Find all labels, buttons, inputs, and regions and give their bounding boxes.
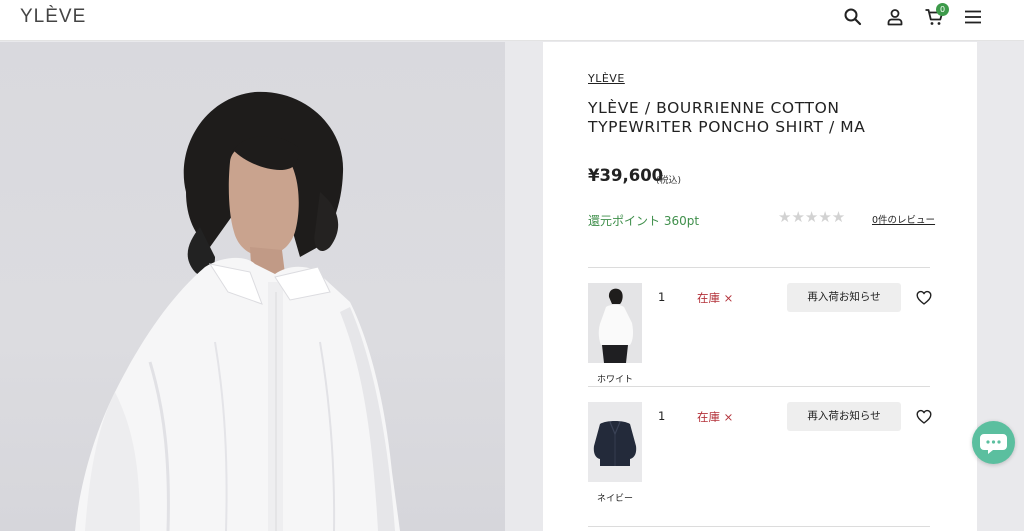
favorite-heart-icon[interactable] xyxy=(916,290,932,306)
search-icon[interactable] xyxy=(843,7,863,27)
divider xyxy=(588,526,930,527)
reviews-link[interactable]: 0件のレビュー xyxy=(872,212,935,226)
cart-count-badge: 0 xyxy=(936,3,949,16)
restock-notify-button[interactable]: 再入荷お知らせ xyxy=(787,283,901,312)
chat-bubble-icon xyxy=(980,434,1007,454)
variant-color-label: ホワイト xyxy=(596,375,633,385)
reward-points: 還元ポイント 360pt xyxy=(588,214,700,228)
product-main-image[interactable] xyxy=(0,42,505,531)
stock-status: 在庫 × xyxy=(697,410,734,424)
divider xyxy=(588,267,930,268)
restock-notify-button[interactable]: 再入荷お知らせ xyxy=(787,402,901,431)
site-header: YLÈVE 0 xyxy=(0,0,1024,41)
product-price: ¥39,600 xyxy=(588,166,664,185)
variant-quantity: 1 xyxy=(658,409,666,423)
product-title: YLÈVE / BOURRIENNE COTTON TYPEWRITER PON… xyxy=(588,99,866,136)
variant-thumbnail-navy[interactable] xyxy=(588,402,642,482)
menu-icon[interactable] xyxy=(963,7,983,27)
variant-color-label: ネイビー xyxy=(596,494,633,504)
stock-status: 在庫 × xyxy=(697,291,734,305)
site-logo[interactable]: YLÈVE xyxy=(20,6,86,28)
account-icon[interactable] xyxy=(885,7,905,27)
chat-button[interactable] xyxy=(972,421,1015,464)
variant-thumbnail-white[interactable] xyxy=(588,283,642,363)
favorite-heart-icon[interactable] xyxy=(916,409,932,425)
divider xyxy=(588,386,930,387)
brand-link[interactable]: YLÈVE xyxy=(588,72,625,85)
rating-stars: ★★★★★ xyxy=(778,208,846,226)
tax-note: (税込) xyxy=(656,176,682,186)
variant-quantity: 1 xyxy=(658,290,666,304)
